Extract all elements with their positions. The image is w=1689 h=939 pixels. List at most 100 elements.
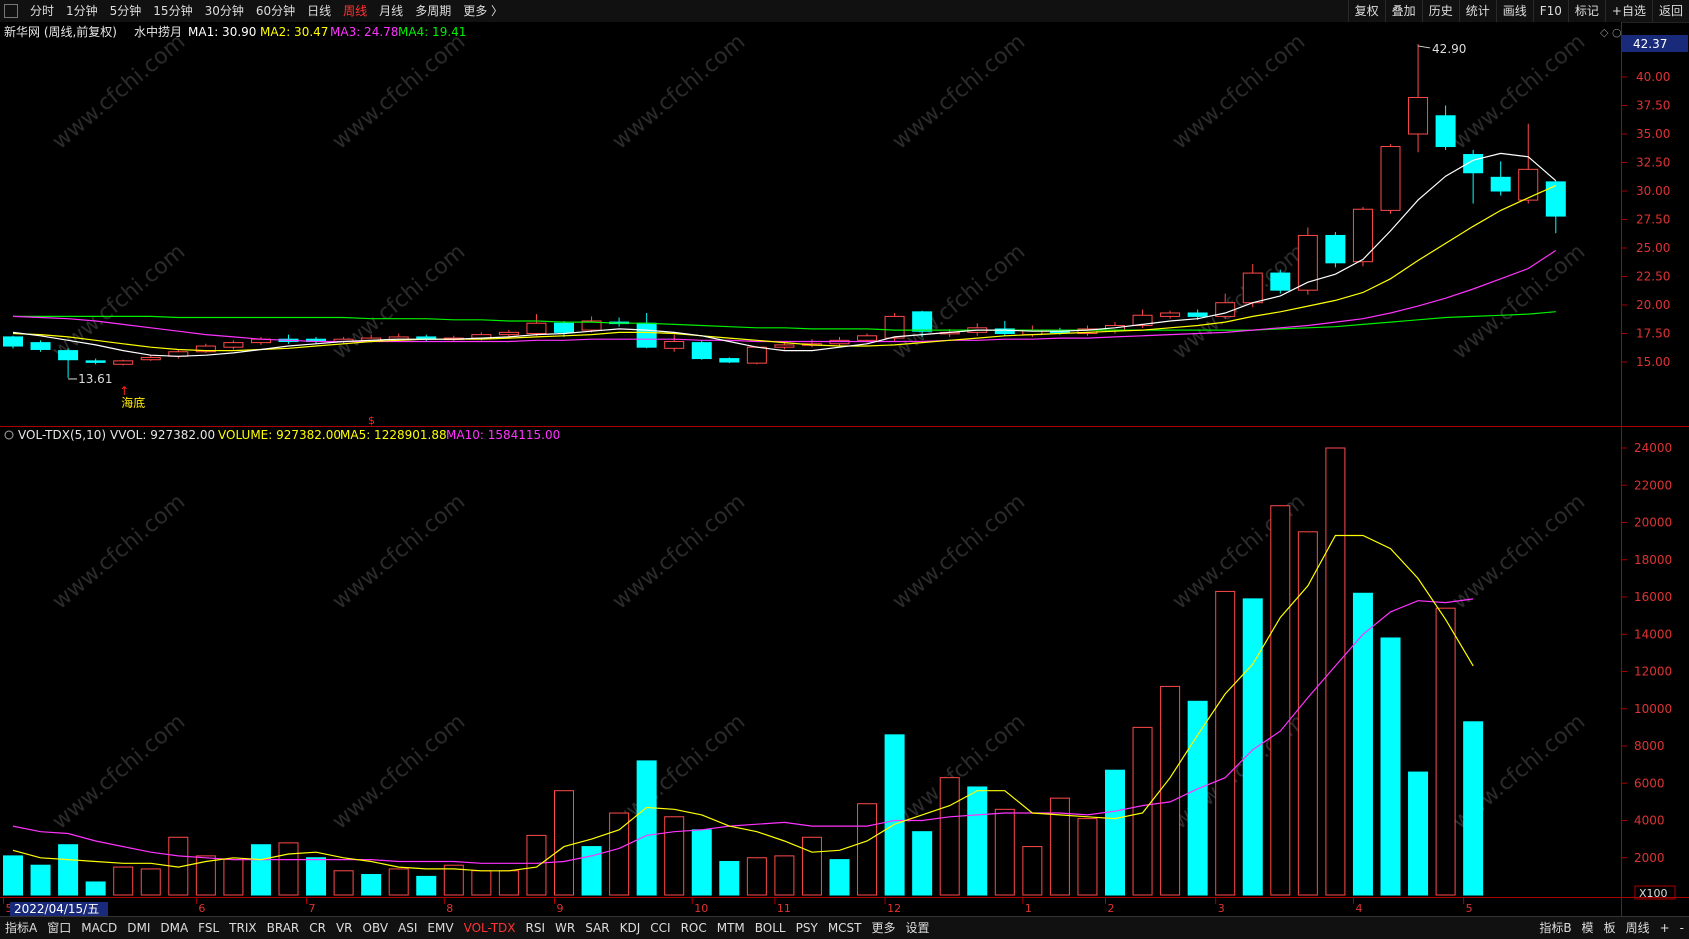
volume-bar [554,790,574,896]
bottom-action-3[interactable]: 周线 [1621,917,1655,939]
candle-body [1545,181,1566,217]
volume-bar [278,842,299,896]
volume-tick-label: 22000 [1634,478,1672,492]
time-axis: 5 6 7 8 9 10 11 12 1 2 3 4 5 [3,898,1473,915]
volume-bar [636,760,657,896]
indicator-tab-17[interactable]: ROC [676,917,712,939]
volume-bar [361,874,382,896]
stock-title: 新华网 (周线,前复权) [4,24,117,39]
volume-bar [1463,721,1484,896]
indicator-tab-11[interactable]: VOL-TDX [459,917,521,939]
volume-bar [388,868,409,896]
volume-bar [664,816,685,896]
indicator-tab-9[interactable]: ASI [393,917,422,939]
indicator-tab-6[interactable]: CR [304,917,331,939]
volume-bar [498,870,519,896]
ma2-value: MA2: 30.47 [260,25,328,39]
indicator-tab-2[interactable]: DMA [155,917,193,939]
indicator-tab-0[interactable]: MACD [76,917,122,939]
price-axis: 15.00 17.50 20.00 22.50 25.00 27.50 30.00 32.50… [1621,70,1670,369]
volume-bar [333,870,354,896]
month-label: 10 [694,902,708,915]
bottom-signal-label: 海底 [121,395,145,410]
diamond-icon[interactable]: ◇ [1600,26,1609,39]
candle-body [1242,272,1263,304]
candle-body [554,322,574,333]
volume-bar [1270,505,1291,896]
volume-bar [223,859,244,896]
volume-tick-label: 8000 [1634,739,1665,753]
volume-bar [3,855,23,896]
indicator-tab-16[interactable]: CCI [645,917,675,939]
month-label: 6 [198,902,205,915]
candle-body [1408,97,1429,135]
price-tick-label: 40.00 [1636,70,1670,84]
candle-body [58,350,79,361]
indicator-tab-22[interactable]: 更多 [867,917,901,939]
indicator-tab-10[interactable]: EMV [422,917,458,939]
vol-indicator-name: VOL-TDX(5,10) [18,428,106,442]
month-label: 7 [309,902,316,915]
indicator-tab-8[interactable]: OBV [358,917,394,939]
volume-bar [1022,846,1043,896]
month-label: 1 [1025,902,1032,915]
candle-body [1325,234,1346,264]
price-tick-label: 25.00 [1636,241,1670,255]
volume-bar [967,786,988,896]
volume-tick-label: 18000 [1634,553,1672,567]
indicator-tab-18[interactable]: MTM [712,917,750,939]
ma1-value: MA1: 30.90 [188,25,256,39]
indicator-tab-5[interactable]: BRAR [262,917,305,939]
volume-bar [85,881,106,896]
month-label: 8 [446,902,453,915]
volume-bar [526,834,547,896]
candle-body [636,322,657,348]
volume-tick-label: 2000 [1634,851,1665,865]
month-label: 12 [887,902,901,915]
indicator-tab-4[interactable]: TRIX [224,917,261,939]
volume-bar [1325,447,1346,896]
candle-body [912,311,933,332]
indicator-tab-12[interactable]: RSI [521,917,551,939]
indicator-tab-3[interactable]: FSL [193,917,224,939]
indicator-tab-7[interactable]: VR [331,917,358,939]
price-tick-label: 15.00 [1636,355,1670,369]
bottom-action-4[interactable]: + [1655,917,1675,939]
indicator-tab-19[interactable]: BOLL [750,917,791,939]
volume-bar [1215,590,1236,896]
volume-bar [1187,700,1208,896]
cursor-date: 2022/04/15/五 [14,902,99,916]
bottom-action-5[interactable]: - [1675,917,1689,939]
volume-bar [719,860,740,896]
window-button[interactable]: 窗口 [42,917,76,939]
volume-bar [250,844,271,896]
volume-bar [939,777,960,896]
indicator-tab-20[interactable]: PSY [791,917,823,939]
volume-tick-label: 14000 [1634,627,1672,641]
indicator-tab-1[interactable]: DMI [122,917,155,939]
volume-tick-label: 10000 [1634,702,1672,716]
volume-bar [113,866,134,896]
indicator-tab-21[interactable]: MCST [823,917,867,939]
volume-tick-label: 4000 [1634,814,1665,828]
candle-body [223,342,244,348]
indicator-a-button[interactable]: 指标A [0,917,42,939]
collapse-icon[interactable]: ○ [1612,26,1622,39]
main-panel [0,22,1621,426]
volume-bar [416,875,437,896]
indicator-tab-15[interactable]: KDJ [615,917,646,939]
bottom-action-1[interactable]: 模 [1577,917,1599,939]
indicator-tab-14[interactable]: SAR [580,917,614,939]
bottom-action-2[interactable]: 板 [1599,917,1621,939]
vvol-value: VVOL: 927382.00 [110,428,215,442]
volume-bar [1352,592,1373,896]
volume-value: VOLUME: 927382.00 [218,428,341,442]
volume-bar [1132,726,1153,896]
chart-canvas[interactable]: www.cfchi.com www.cfchi.com www.cfchi.com w… [0,0,1689,916]
bottom-actions: 指标B 模板周线 + - [1534,917,1689,939]
volume-bar [912,831,933,896]
vol-ma5-value: MA5: 1228901.88 [340,428,447,442]
indicator-tab-13[interactable]: WR [550,917,580,939]
bottom-action-0[interactable]: 指标B [1534,917,1576,939]
indicator-tab-23[interactable]: 设置 [901,917,935,939]
